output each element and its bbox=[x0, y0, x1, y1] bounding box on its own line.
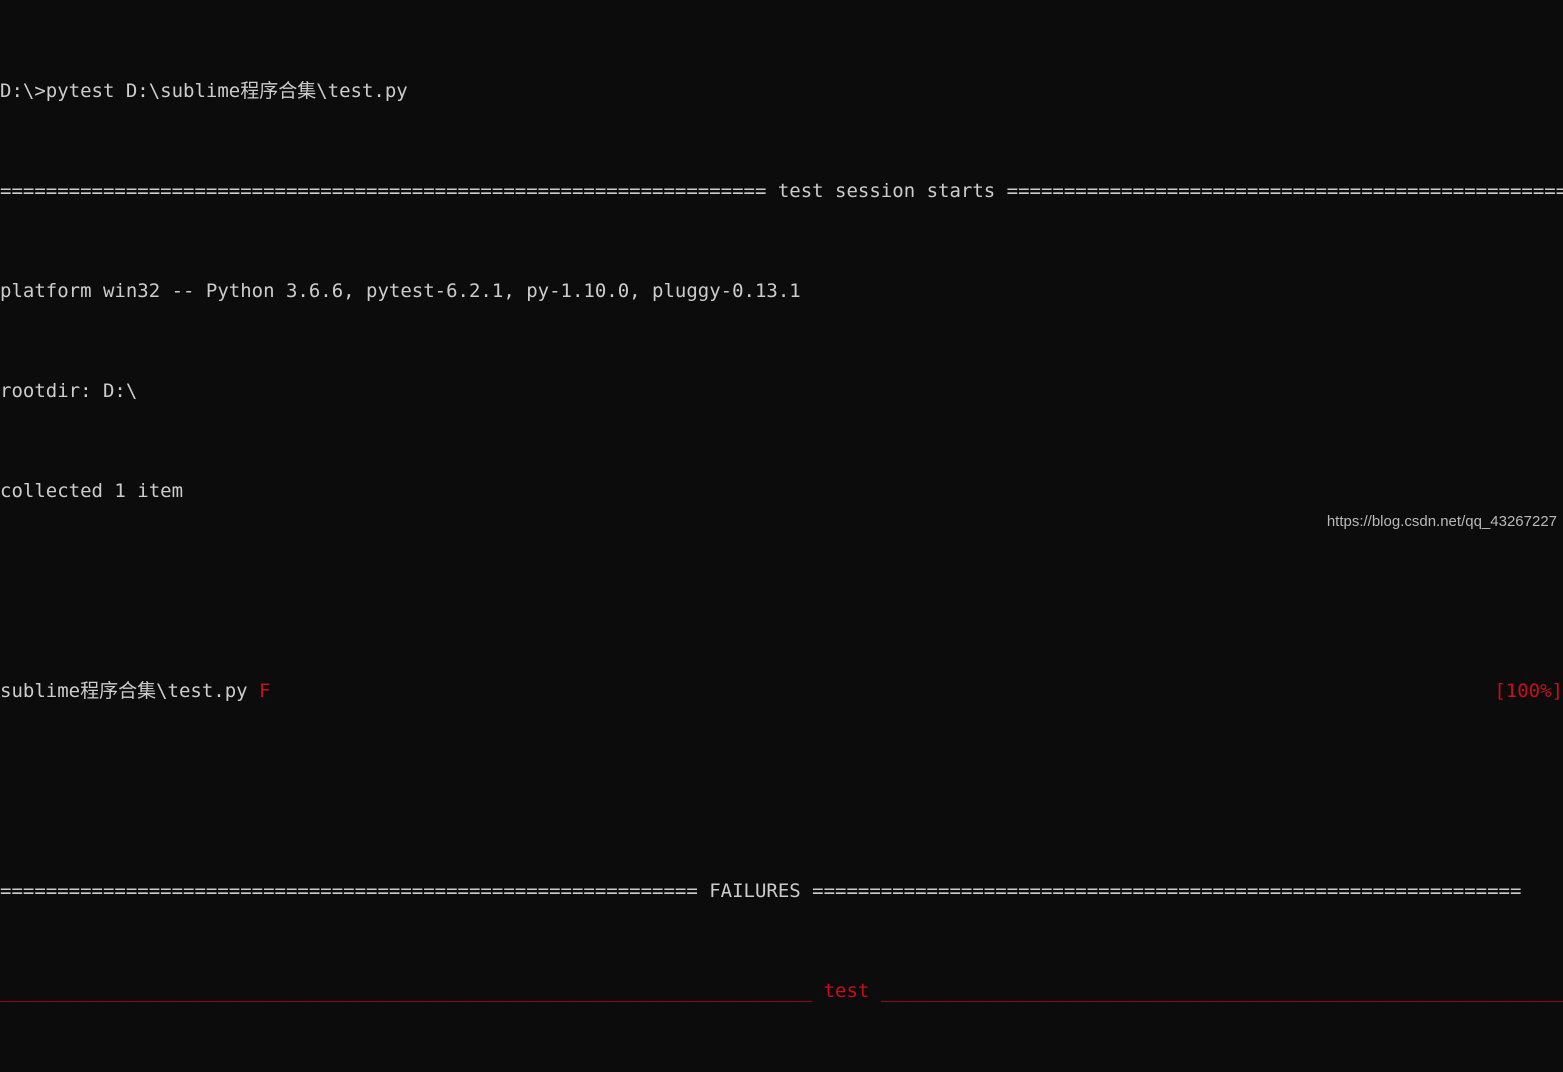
failures-banner-right-rule: ========================================… bbox=[812, 880, 1522, 902]
collected-text: collected 1 item bbox=[0, 480, 184, 502]
test-separator-title: test bbox=[812, 980, 881, 1002]
rootdir-line: rootdir: D:\ bbox=[0, 379, 1563, 404]
session-banner-title: test session starts bbox=[766, 180, 1007, 202]
test-separator-right-rule: ________________________________________… bbox=[880, 980, 1563, 1002]
session-banner-right-rule: ========================================… bbox=[1006, 180, 1563, 202]
prompt-command-text: D:\>pytest D:\sublime程序合集\test.py bbox=[0, 80, 408, 102]
terminal-window: D:\>pytest D:\sublime程序合集\test.py ======… bbox=[0, 0, 1563, 1002]
test-name-separator: ________________________________________… bbox=[0, 979, 1563, 1004]
test-progress-percent: [100%] bbox=[1494, 680, 1563, 702]
csdn-watermark: https://blog.csdn.net/qq_43267227 bbox=[1326, 513, 1557, 530]
test-progress-line: sublime程序合集\test.py F [100%] bbox=[0, 679, 1563, 704]
test-file-path: sublime程序合集\test.py bbox=[0, 680, 260, 702]
test-separator-left-rule: ________________________________________… bbox=[0, 980, 813, 1002]
command-prompt-line: D:\>pytest D:\sublime程序合集\test.py bbox=[0, 79, 1563, 104]
collected-line: collected 1 item bbox=[0, 479, 1563, 504]
platform-info-text: platform win32 -- Python 3.6.6, pytest-6… bbox=[0, 280, 801, 302]
test-result-char: F bbox=[259, 680, 271, 702]
failures-banner-title: FAILURES bbox=[697, 880, 813, 902]
rootdir-text: rootdir: D:\ bbox=[0, 380, 138, 402]
test-progress-left: sublime程序合集\test.py F bbox=[0, 679, 270, 704]
failures-banner-left-rule: ========================================… bbox=[0, 880, 698, 902]
platform-info-line: platform win32 -- Python 3.6.6, pytest-6… bbox=[0, 279, 1563, 304]
session-start-banner: ========================================… bbox=[0, 179, 1563, 204]
failures-banner: ========================================… bbox=[0, 879, 1563, 904]
session-banner-left-rule: ========================================… bbox=[0, 180, 767, 202]
